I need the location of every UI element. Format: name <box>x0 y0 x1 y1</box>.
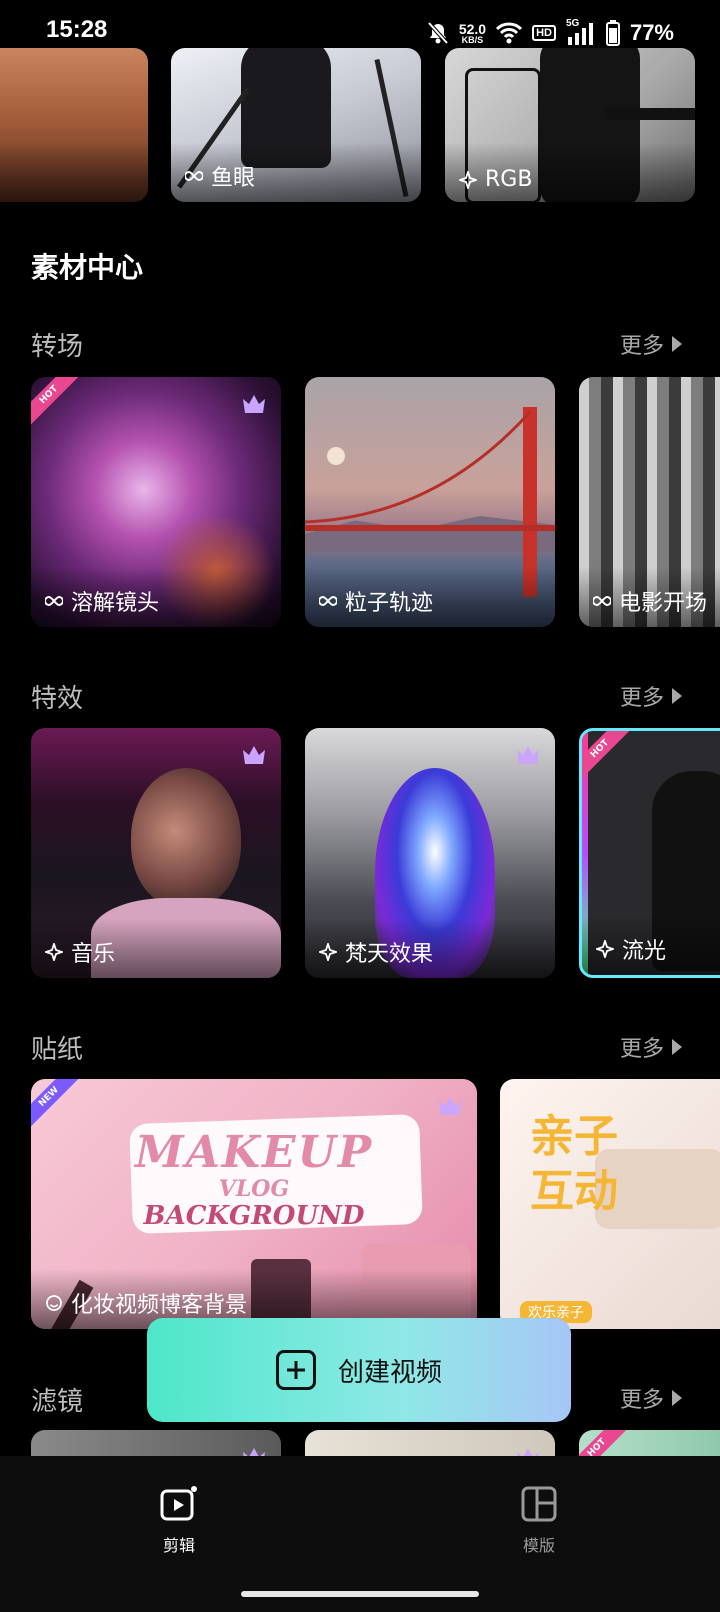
transition-item-cinema[interactable]: 电影开场 <box>579 377 720 627</box>
section-title-filters: 滤镜 <box>31 1387 84 1417</box>
material-center-title: 素材中心 <box>31 251 144 284</box>
transition-item-dissolve[interactable]: HOT 溶解镜头 <box>31 377 281 627</box>
template-icon <box>521 1486 557 1522</box>
tile-label: 溶解镜头 <box>45 585 159 617</box>
smile-icon <box>46 1295 62 1311</box>
edit-video-icon <box>160 1486 197 1521</box>
home-indicator[interactable] <box>241 1591 479 1597</box>
crown-icon <box>243 395 265 413</box>
infinity-icon <box>319 595 337 607</box>
sparkle-icon <box>319 943 337 961</box>
more-button-stickers[interactable]: 更多 <box>620 1031 682 1063</box>
sticker-item-makeup-vlog[interactable]: MAKEUP VLOG BACKGROUND NEW 化妆视频博客背景 <box>31 1079 477 1329</box>
nav-item-templates[interactable]: 模版 <box>489 1484 589 1556</box>
effect-item-brahma[interactable]: 梵天效果 <box>305 728 555 978</box>
new-badge: NEW <box>31 1079 83 1131</box>
effect-item-flowing-light[interactable]: HOT 流光 <box>579 728 720 978</box>
tile-label: 粒子轨迹 <box>319 585 433 617</box>
wifi-icon <box>496 22 523 44</box>
nav-item-edit[interactable]: 剪辑 <box>129 1484 229 1556</box>
chevron-right-icon <box>672 336 682 352</box>
hd-badge: HD <box>532 25 556 41</box>
chevron-right-icon <box>672 1039 682 1055</box>
tile-label: 鱼眼 <box>185 160 255 192</box>
crown-icon <box>243 746 265 764</box>
infinity-icon <box>45 595 63 607</box>
status-time: 15:28 <box>46 16 108 43</box>
more-button-effects[interactable]: 更多 <box>620 680 682 712</box>
plus-square-icon <box>275 1350 316 1390</box>
crown-icon <box>439 1097 461 1115</box>
status-icons: 52.0 KB/S HD 5G 77% <box>427 16 674 50</box>
tile-label: 梵天效果 <box>319 936 433 968</box>
chevron-right-icon <box>672 688 682 704</box>
tile-label: RGB <box>459 167 532 192</box>
mute-bell-icon <box>427 21 449 45</box>
battery-icon <box>605 20 620 46</box>
tile-label: 流光 <box>596 933 666 965</box>
sparkle-icon <box>596 940 614 958</box>
transition-item-particle[interactable]: 粒子轨迹 <box>305 377 555 627</box>
top-tile-rgb[interactable]: RGB <box>445 48 695 202</box>
top-tile-1[interactable] <box>0 48 148 202</box>
create-video-button[interactable]: 创建视频 <box>147 1318 571 1422</box>
more-button-filters[interactable]: 更多 <box>620 1382 682 1414</box>
top-tile-fisheye[interactable]: 鱼眼 <box>171 48 421 202</box>
crown-icon <box>517 746 539 764</box>
tile-label: 音乐 <box>45 936 115 968</box>
infinity-icon <box>185 170 203 182</box>
network-speed: 52.0 KB/S <box>458 20 487 45</box>
infinity-icon <box>593 595 611 607</box>
effect-item-music[interactable]: 音乐 <box>31 728 281 978</box>
section-title-effects: 特效 <box>31 684 84 714</box>
sparkle-icon <box>45 943 63 961</box>
sparkle-icon <box>459 170 477 189</box>
sticker-item-parent-child[interactable]: 亲子 互动 欢乐亲子 <box>500 1079 720 1329</box>
bottom-nav: 剪辑 模版 <box>0 1456 720 1612</box>
battery-percentage: 77% <box>629 20 674 45</box>
chevron-right-icon <box>672 1390 682 1406</box>
tile-label: 化妆视频博客背景 <box>45 1287 247 1319</box>
section-title-transitions: 转场 <box>31 332 84 362</box>
hot-badge: HOT <box>31 377 83 429</box>
section-title-stickers: 贴纸 <box>31 1035 84 1065</box>
cell-signal-icon: 5G <box>566 18 596 46</box>
more-button-transitions[interactable]: 更多 <box>620 328 682 360</box>
tile-label: 电影开场 <box>593 585 707 617</box>
